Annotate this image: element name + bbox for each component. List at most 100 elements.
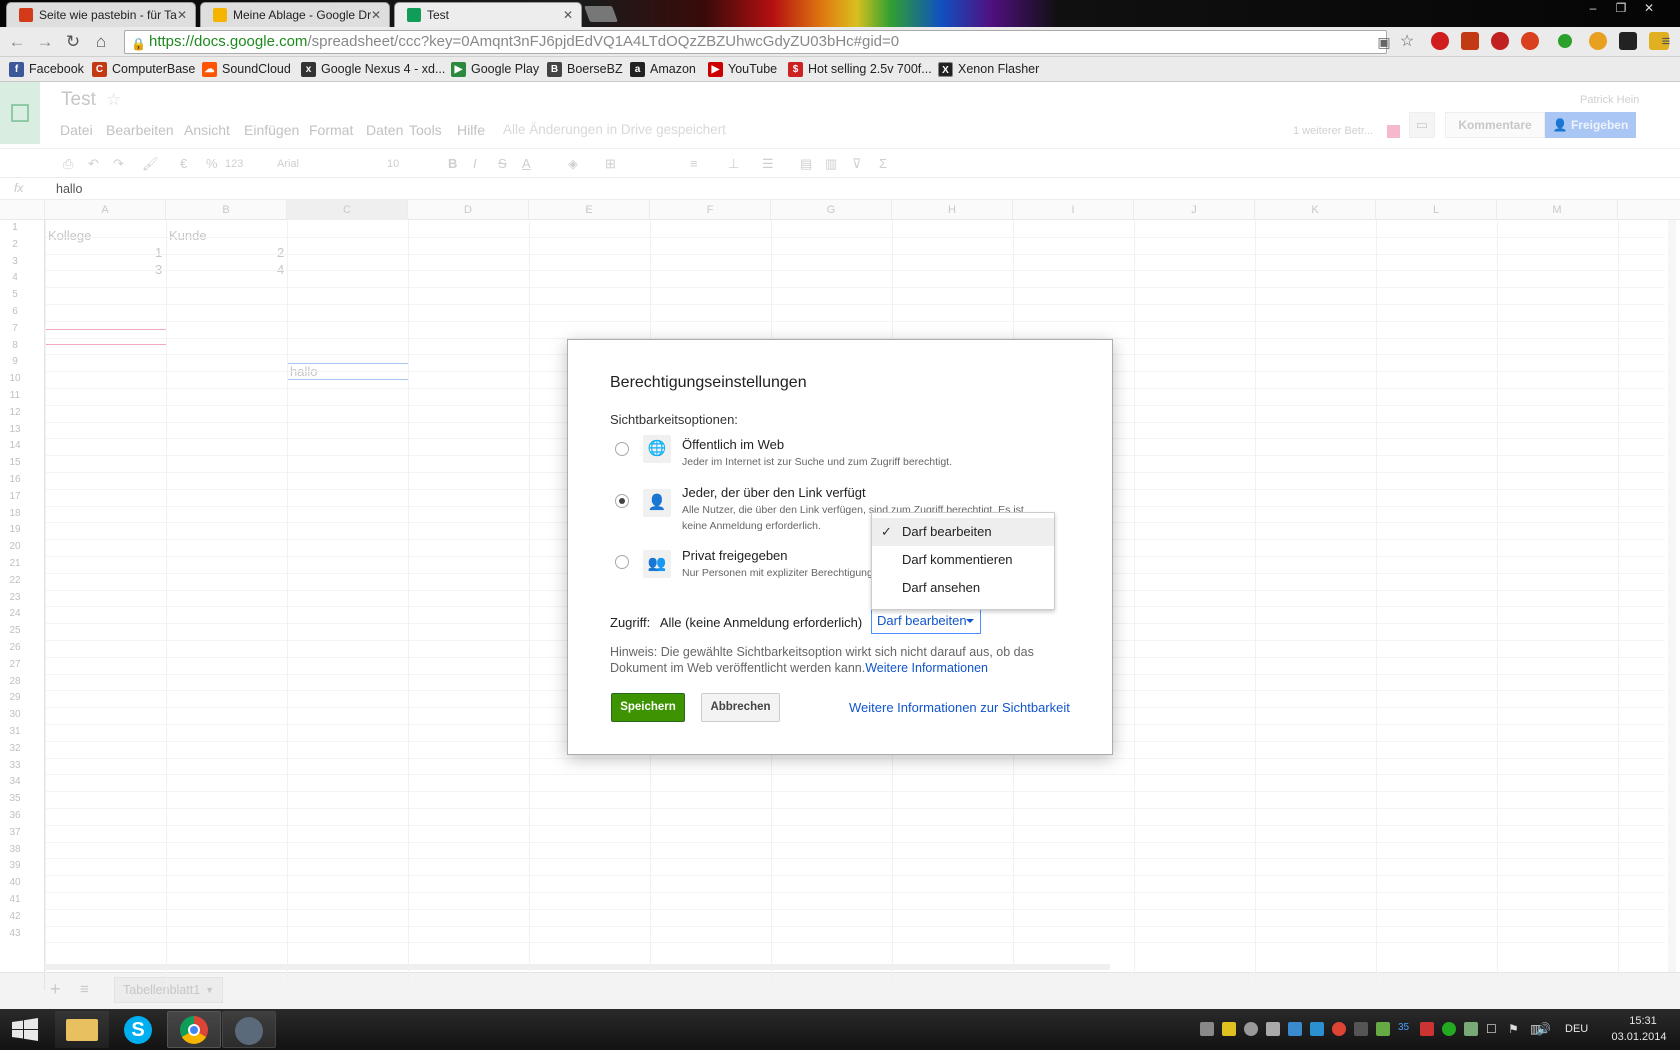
share-button[interactable]: 👤 Freigeben (1545, 112, 1636, 138)
column-header-c[interactable]: C (287, 200, 408, 220)
row-header[interactable]: 13 (0, 424, 30, 435)
row-header[interactable]: 9 (0, 356, 30, 367)
close-window-icon[interactable]: ✕ (1636, 0, 1662, 18)
restore-window-icon[interactable]: ❐ (1608, 0, 1634, 18)
tray-icon-tool[interactable] (1420, 1022, 1434, 1036)
close-tab-icon[interactable]: ✕ (177, 3, 187, 27)
row-header[interactable]: 27 (0, 659, 30, 670)
italic-icon[interactable]: I (473, 156, 477, 171)
bookmark-facebook[interactable]: f Facebook (9, 61, 84, 78)
close-tab-icon[interactable]: ✕ (371, 3, 381, 27)
volume-icon[interactable]: 🔊 (1536, 1022, 1551, 1036)
tray-icon-steam[interactable] (1354, 1022, 1368, 1036)
row-header[interactable]: 32 (0, 743, 30, 754)
row-header[interactable]: 15 (0, 457, 30, 468)
row-header[interactable]: 31 (0, 726, 30, 737)
font-select[interactable]: Arial (277, 158, 299, 170)
row-header[interactable]: 19 (0, 524, 30, 535)
row-header[interactable]: 25 (0, 625, 30, 636)
row-header[interactable]: 34 (0, 776, 30, 787)
menu-hilfe[interactable]: Hilfe (457, 122, 485, 138)
extension-bowl-icon[interactable] (1589, 32, 1607, 50)
extension-face-icon[interactable] (1521, 32, 1539, 50)
column-header-k[interactable]: K (1255, 200, 1376, 220)
tray-icon-check[interactable] (1464, 1022, 1478, 1036)
wrap-text-icon[interactable]: ☰ (762, 156, 774, 172)
bold-icon[interactable]: B (448, 156, 457, 171)
taskbar-explorer[interactable] (55, 1011, 109, 1048)
text-color-icon[interactable]: A (522, 156, 531, 171)
row-header[interactable]: 40 (0, 877, 30, 888)
cell-a1[interactable]: Kollege (48, 228, 91, 243)
collaborators-label[interactable]: 1 weiterer Betr... (1293, 125, 1373, 137)
cancel-button[interactable]: Abbrechen (701, 693, 780, 722)
comment-icon[interactable]: ▭ (1409, 112, 1435, 138)
tray-icon-app[interactable] (1310, 1022, 1324, 1036)
column-header-b[interactable]: B (166, 200, 287, 220)
vertical-align-icon[interactable]: ⊥ (728, 156, 739, 172)
row-header[interactable]: 35 (0, 793, 30, 804)
forward-icon[interactable]: → (34, 31, 56, 53)
column-header-i[interactable]: I (1013, 200, 1134, 220)
menu-daten[interactable]: Daten (366, 122, 403, 138)
functions-icon[interactable]: Σ (879, 156, 887, 171)
radio-private[interactable] (615, 555, 629, 569)
row-header[interactable]: 22 (0, 575, 30, 586)
menu-ansicht[interactable]: Ansicht (184, 122, 230, 138)
select-all-corner[interactable] (0, 200, 45, 220)
clock-time[interactable]: 15:31 (1620, 1015, 1666, 1027)
cell-a2[interactable]: 1 (155, 245, 162, 260)
menu-tools[interactable]: Tools (409, 122, 442, 138)
close-tab-icon[interactable]: ✕ (563, 3, 573, 27)
tray-icon-bluetooth[interactable] (1288, 1022, 1302, 1036)
bookmark-computerbase[interactable]: C ComputerBase (92, 61, 195, 78)
browser-tab-drive[interactable]: Meine Ablage - Google Dr ✕ (200, 2, 390, 27)
radio-public[interactable] (615, 442, 629, 456)
column-header-j[interactable]: J (1134, 200, 1255, 220)
strikethrough-icon[interactable]: S (498, 156, 507, 171)
cell-b2[interactable]: 2 (277, 245, 284, 260)
redo-icon[interactable]: ↷ (113, 156, 124, 172)
menu-einfuegen[interactable]: Einfügen (244, 122, 299, 138)
font-size-select[interactable]: 10 (387, 158, 399, 170)
row-header[interactable]: 8 (0, 340, 30, 351)
reload-icon[interactable]: ↻ (62, 31, 84, 53)
undo-icon[interactable]: ↶ (88, 156, 99, 172)
taskbar-skype[interactable]: S (112, 1011, 166, 1048)
tray-icon-security[interactable] (1376, 1022, 1390, 1036)
row-header[interactable]: 12 (0, 407, 30, 418)
row-header[interactable]: 24 (0, 608, 30, 619)
visibility-info-link[interactable]: Weitere Informationen zur Sichtbarkeit (849, 700, 1070, 715)
new-tab-button[interactable] (584, 6, 618, 22)
cell-b1[interactable]: Kunde (169, 228, 207, 243)
row-header[interactable]: 30 (0, 709, 30, 720)
extension-adblock-icon[interactable] (1431, 32, 1449, 50)
row-header[interactable]: 26 (0, 642, 30, 653)
tray-icon-network-share[interactable] (1200, 1022, 1214, 1036)
home-icon[interactable]: ⌂ (90, 31, 112, 53)
user-name[interactable]: Patrick Hein (1580, 94, 1639, 106)
access-level-select[interactable]: Darf bearbeiten (871, 608, 981, 634)
row-header[interactable]: 3 (0, 256, 30, 267)
row-header[interactable]: 4 (0, 272, 30, 283)
borders-icon[interactable]: ⊞ (605, 156, 616, 172)
taskbar-steam[interactable] (222, 1011, 276, 1048)
row-header[interactable]: 41 (0, 894, 30, 905)
row-header[interactable]: 38 (0, 844, 30, 855)
bookmark-star-icon[interactable]: ☆ (1396, 31, 1418, 53)
row-header[interactable]: 33 (0, 760, 30, 771)
extension-bug-icon[interactable] (1491, 32, 1509, 50)
currency-icon[interactable]: € (180, 156, 187, 171)
fill-color-icon[interactable]: ◈ (568, 156, 578, 172)
row-header[interactable]: 14 (0, 440, 30, 451)
comment-insert-icon[interactable]: ▤ (800, 156, 812, 172)
back-icon[interactable]: ← (6, 31, 28, 53)
menu-item-can-view[interactable]: Darf ansehen (872, 574, 1054, 602)
bookmark-nexus[interactable]: x Google Nexus 4 - xd... (301, 61, 445, 78)
percent-icon[interactable]: % (206, 156, 218, 171)
option-link-title[interactable]: Jeder, der über den Link verfügt (682, 485, 866, 500)
menu-datei[interactable]: Datei (60, 122, 93, 138)
clock-date[interactable]: 03.01.2014 (1606, 1031, 1672, 1043)
extension-plug-icon[interactable] (1619, 32, 1637, 50)
tray-badge-count[interactable]: 35 (1398, 1022, 1412, 1036)
